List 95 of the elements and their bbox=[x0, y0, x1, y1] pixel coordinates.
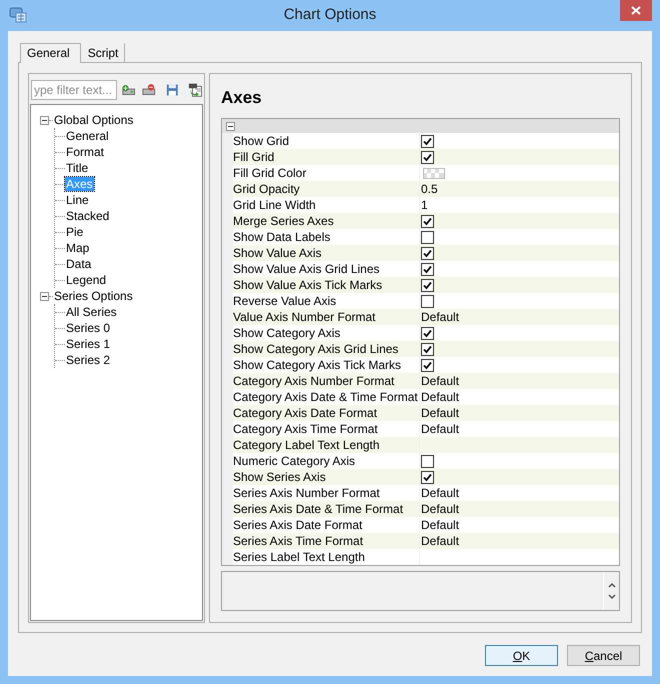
color-swatch[interactable] bbox=[423, 168, 445, 178]
checkbox[interactable] bbox=[421, 150, 434, 164]
tree-item[interactable]: Stacked bbox=[65, 209, 110, 223]
tree-item[interactable]: Line bbox=[65, 193, 90, 207]
property-label: Fill Grid Color bbox=[233, 165, 419, 181]
tree-item[interactable]: General bbox=[65, 129, 110, 143]
property-label: Series Axis Date & Time Format bbox=[233, 501, 419, 517]
property-value[interactable]: 0.5 bbox=[419, 181, 619, 197]
tree-item[interactable]: Pie bbox=[65, 225, 84, 239]
tree-item[interactable]: Title bbox=[65, 161, 90, 175]
property-label: Category Axis Number Format bbox=[233, 373, 419, 389]
checkbox[interactable] bbox=[421, 326, 434, 340]
property-label: Series Label Text Length bbox=[233, 549, 419, 565]
property-label: Show Category Axis Grid Lines bbox=[233, 341, 419, 357]
property-label: Category Axis Time Format bbox=[233, 421, 419, 437]
property-label: Show Category Axis Tick Marks bbox=[233, 357, 419, 373]
checkbox[interactable] bbox=[421, 214, 434, 228]
tree-item[interactable]: Series Options bbox=[53, 289, 134, 303]
property-label: Numeric Category Axis bbox=[233, 453, 419, 469]
property-value[interactable] bbox=[419, 469, 619, 485]
property-value[interactable] bbox=[419, 245, 619, 261]
property-value[interactable]: Default bbox=[419, 485, 619, 501]
section-heading: Axes bbox=[221, 87, 263, 109]
property-label: Show Data Labels bbox=[233, 229, 419, 245]
property-value[interactable] bbox=[419, 277, 619, 293]
property-label: Grid Line Width bbox=[233, 197, 419, 213]
property-value[interactable] bbox=[419, 213, 619, 229]
tree-item[interactable]: Map bbox=[65, 241, 90, 255]
tab[interactable]: Script bbox=[80, 43, 126, 62]
checkbox[interactable] bbox=[421, 454, 434, 468]
checkbox[interactable] bbox=[421, 246, 434, 260]
property-value[interactable]: Default bbox=[419, 405, 619, 421]
property-label: Show Category Axis bbox=[233, 325, 419, 341]
collapse-icon[interactable] bbox=[40, 116, 49, 124]
property-label: Fill Grid bbox=[233, 149, 419, 165]
property-label: Category Axis Date & Time Format bbox=[233, 389, 419, 405]
tree-item[interactable]: Format bbox=[65, 145, 106, 159]
checkbox[interactable] bbox=[421, 294, 434, 308]
property-value[interactable] bbox=[419, 261, 619, 277]
collapse-icon[interactable] bbox=[226, 122, 235, 130]
property-value[interactable] bbox=[419, 149, 619, 165]
collapse-icon[interactable] bbox=[40, 292, 49, 300]
property-label: Category Axis Date Format bbox=[233, 405, 419, 421]
property-value[interactable] bbox=[419, 133, 619, 149]
property-label: Series Axis Time Format bbox=[233, 533, 419, 549]
property-value[interactable]: Default bbox=[419, 517, 619, 533]
checkbox[interactable] bbox=[421, 262, 434, 276]
window-title: Chart Options bbox=[282, 5, 378, 26]
filter-field[interactable]: ype filter text... bbox=[31, 80, 117, 100]
app-icon bbox=[9, 7, 27, 23]
add-drive-icon[interactable] bbox=[121, 83, 136, 97]
property-value[interactable]: Default bbox=[419, 373, 619, 389]
property-label: Show Value Axis bbox=[233, 245, 419, 261]
remove-drive-icon[interactable] bbox=[142, 83, 157, 97]
property-value[interactable]: Default bbox=[419, 421, 619, 437]
property-value[interactable]: Default bbox=[419, 533, 619, 549]
property-value[interactable] bbox=[419, 357, 619, 373]
property-label: Value Axis Number Format bbox=[233, 309, 419, 325]
export-icon[interactable] bbox=[188, 82, 202, 98]
save-icon[interactable] bbox=[166, 83, 179, 97]
property-value[interactable] bbox=[419, 341, 619, 357]
checkbox[interactable] bbox=[421, 470, 434, 484]
property-value[interactable]: 1 bbox=[419, 197, 619, 213]
close-icon bbox=[631, 6, 641, 15]
checkbox[interactable] bbox=[421, 358, 434, 372]
tree-item[interactable]: Series 0 bbox=[65, 321, 112, 335]
property-label: Category Label Text Length bbox=[233, 437, 419, 453]
tree-item[interactable]: All Series bbox=[65, 305, 118, 319]
property-label: Reverse Value Axis bbox=[233, 293, 419, 309]
ok-button[interactable]: OK bbox=[485, 645, 558, 666]
property-label: Show Value Axis Tick Marks bbox=[233, 277, 419, 293]
tree-item[interactable]: Legend bbox=[65, 273, 108, 287]
property-label: Series Axis Date Format bbox=[233, 517, 419, 533]
checkbox[interactable] bbox=[421, 230, 434, 244]
close-button[interactable] bbox=[620, 0, 652, 21]
scroll-arrows-icon[interactable] bbox=[608, 582, 616, 600]
property-value[interactable]: Default bbox=[419, 389, 619, 405]
property-label: Show Series Axis bbox=[233, 469, 419, 485]
tree-item[interactable]: Series 1 bbox=[65, 337, 112, 351]
property-label: Show Value Axis Grid Lines bbox=[233, 261, 419, 277]
tree-item[interactable]: Series 2 bbox=[65, 353, 112, 367]
checkbox[interactable] bbox=[421, 134, 434, 148]
property-label: Series Axis Number Format bbox=[233, 485, 419, 501]
checkbox[interactable] bbox=[421, 342, 434, 356]
tree-item[interactable]: Data bbox=[65, 257, 92, 271]
property-label: Show Grid bbox=[233, 133, 419, 149]
cancel-button[interactable]: Cancel bbox=[567, 645, 640, 666]
property-value[interactable] bbox=[419, 325, 619, 341]
property-value[interactable]: Default bbox=[419, 309, 619, 325]
checkbox[interactable] bbox=[421, 278, 434, 292]
property-label: Grid Opacity bbox=[233, 181, 419, 197]
tree-item[interactable]: Global Options bbox=[53, 113, 134, 127]
property-value[interactable]: Default bbox=[419, 501, 619, 517]
tab[interactable]: General bbox=[20, 43, 81, 63]
property-label: Merge Series Axes bbox=[233, 213, 419, 229]
